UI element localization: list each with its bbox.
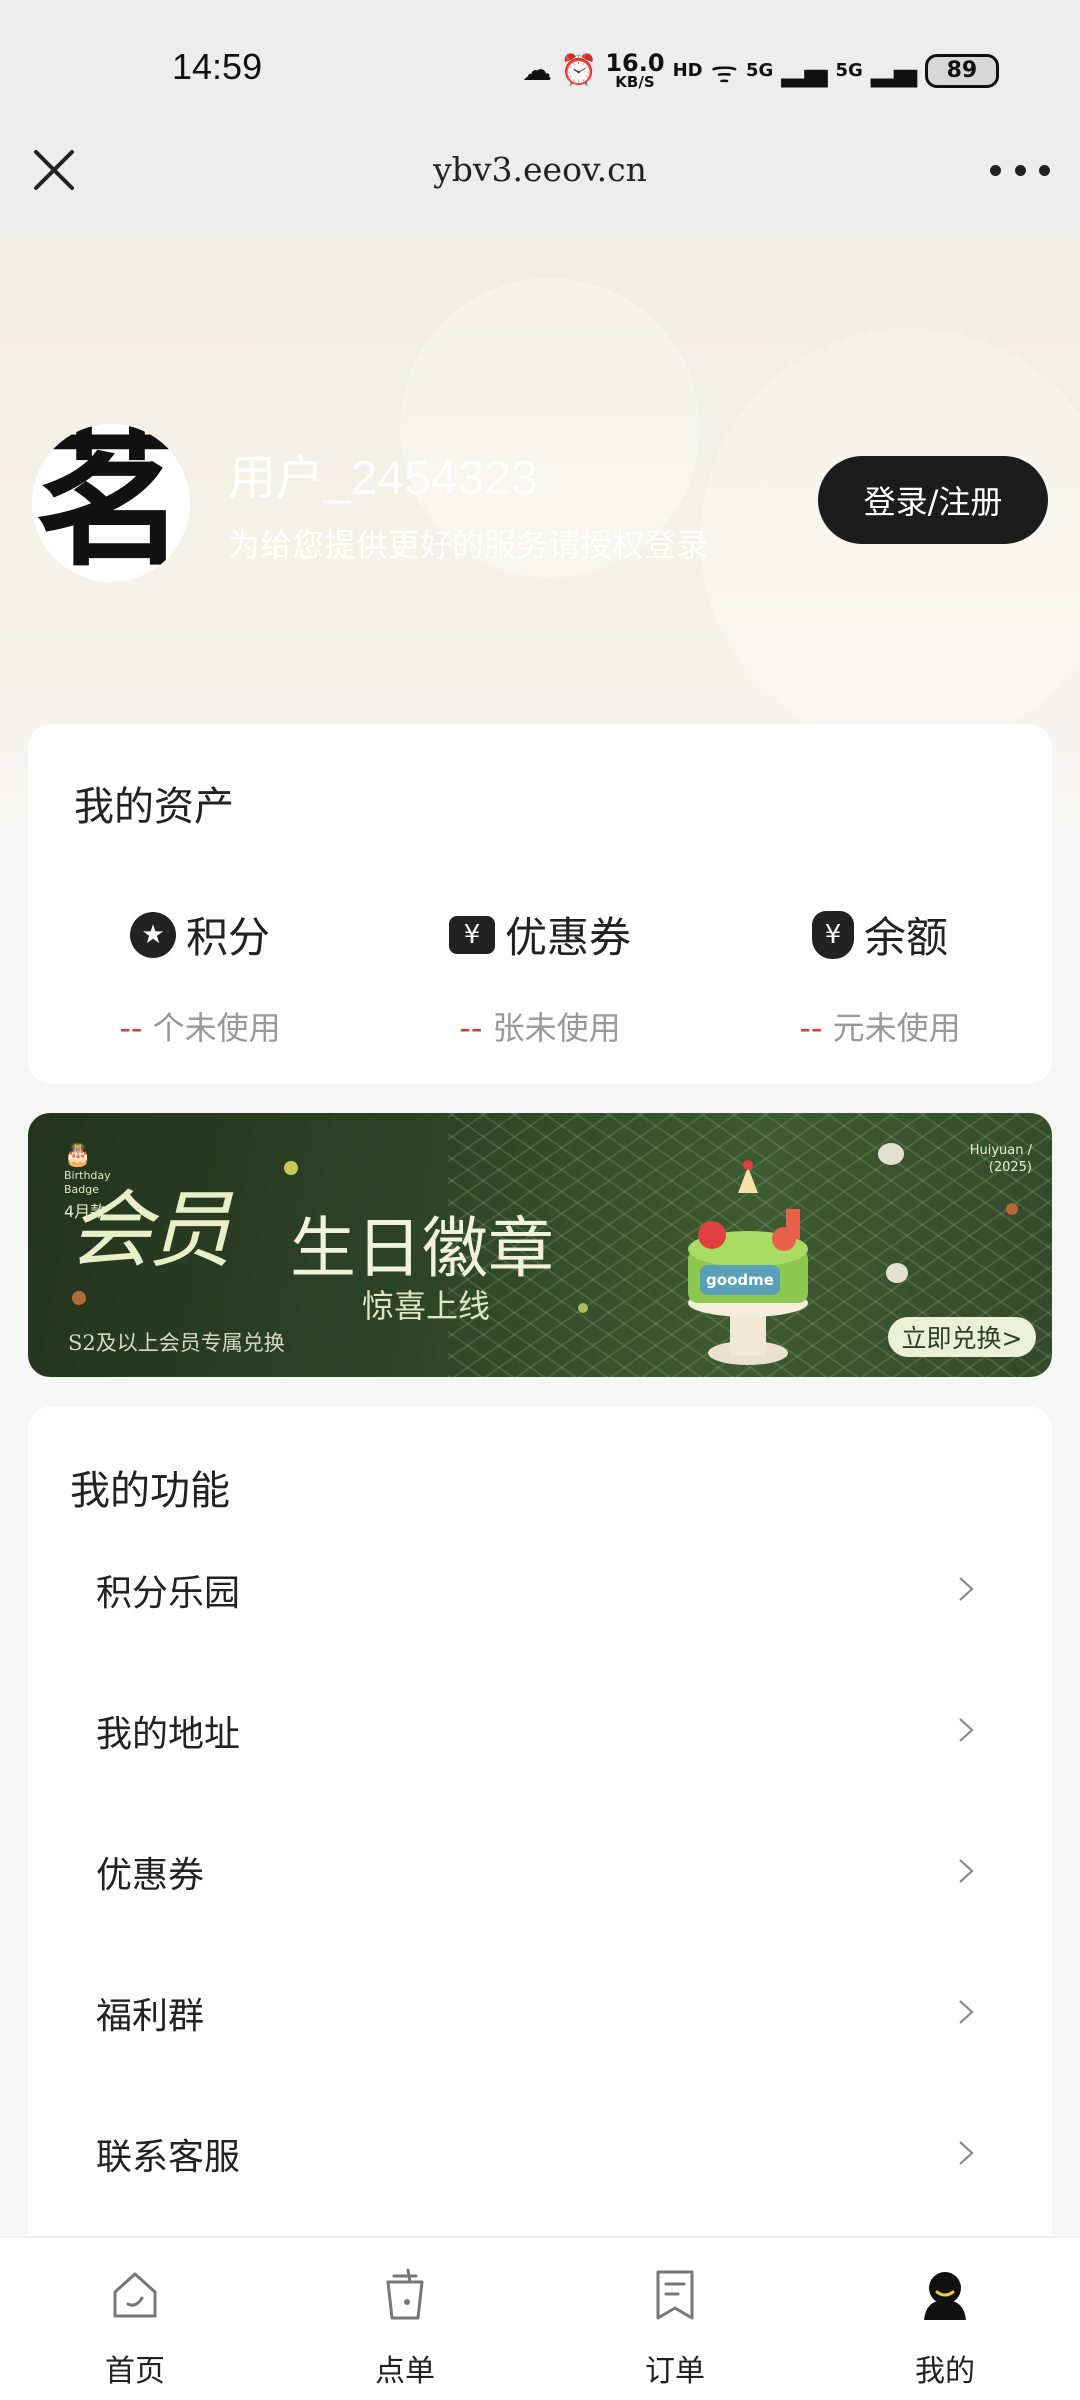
- cup-icon: [386, 2268, 424, 2320]
- nav-orders[interactable]: 订单: [575, 2238, 775, 2400]
- coupon-icon: ¥: [448, 915, 495, 954]
- banner-subtitle: 惊喜上线: [362, 1287, 491, 1325]
- alarm-icon: ⏰: [560, 53, 598, 88]
- signal-2-icon: 5G: [835, 59, 863, 81]
- status-time: 14:59: [172, 46, 263, 87]
- signal-bars-2-icon: ▂▄: [870, 53, 917, 88]
- status-icons: ☁ ⏰ 16.0 KB/S HD ᯤ 5G ▂▄ 5G ▂▄ 89: [522, 50, 999, 91]
- page-url: ybv3.eeov.cn: [433, 150, 647, 189]
- banner-brand: Huiyuan / (2025): [969, 1143, 1032, 1175]
- hd-icon: HD: [672, 59, 703, 81]
- star-icon: ★: [129, 911, 176, 958]
- decor-petal: [886, 1263, 908, 1283]
- func-item-my-address[interactable]: 我的地址: [28, 1659, 1052, 1800]
- chevron-right-icon: [959, 2141, 974, 2165]
- assets-card: 我的资产 ★ 积分 -- 个未使用 ¥ 优惠券 -- 张未使用 ¥ 余额 -- …: [28, 724, 1052, 1084]
- signal-1-icon: 5G: [745, 59, 774, 81]
- banner-script-title: 会员: [68, 1181, 232, 1279]
- nav-order-menu[interactable]: 点单: [305, 2238, 505, 2400]
- asset-points[interactable]: ★ 积分 -- 个未使用: [30, 904, 370, 1049]
- decor-dot: [72, 1291, 86, 1305]
- asset-coupons[interactable]: ¥ 优惠券 -- 张未使用: [370, 904, 710, 1049]
- login-hint: 为给您提供更好的服务请授权登录: [228, 526, 709, 564]
- asset-coupons-sub: -- 张未使用: [459, 1009, 621, 1047]
- cake-illustration: goodme: [688, 1160, 808, 1365]
- decor-dot: [578, 1303, 588, 1313]
- asset-balance[interactable]: ¥ 余额 -- 元未使用: [710, 904, 1050, 1049]
- chevron-right-icon: [959, 1718, 974, 1742]
- func-item-coupons[interactable]: 优惠券: [28, 1800, 1052, 1941]
- asset-balance-sub: -- 元未使用: [799, 1009, 961, 1047]
- signal-bars-icon: ▂▄: [781, 53, 828, 88]
- chevron-right-icon: [959, 1577, 974, 1601]
- net-speed: 16.0 KB/S: [605, 49, 665, 91]
- func-item-welfare-group[interactable]: 福利群: [28, 1941, 1052, 2082]
- functions-card: 我的功能 积分乐园 我的地址 优惠券 福利群 联系客服: [28, 1406, 1052, 2236]
- bottom-nav: 首页 点单 订单 我的: [0, 2236, 1080, 2400]
- decor-petal: [878, 1143, 904, 1165]
- order-receipt-icon: [656, 2270, 694, 2320]
- wifi-icon: ᯤ: [710, 55, 738, 90]
- decor-dot: [1006, 1203, 1018, 1215]
- func-item-points-park[interactable]: 积分乐园: [28, 1518, 1052, 1659]
- asset-points-sub: -- 个未使用: [119, 1009, 281, 1047]
- func-item-customer-service[interactable]: 联系客服: [28, 2082, 1052, 2223]
- login-register-button[interactable]: 登录/注册: [818, 456, 1048, 544]
- banner-note: S2及以上会员专属兑换: [68, 1331, 285, 1355]
- svg-text:goodme: goodme: [706, 1271, 774, 1289]
- functions-title: 我的功能: [70, 1468, 230, 1514]
- chevron-right-icon: [959, 1859, 974, 1883]
- avatar[interactable]: 茗: [32, 424, 190, 582]
- profile-icon: [924, 2272, 966, 2320]
- decor-dot: [284, 1161, 298, 1175]
- nav-mine[interactable]: 我的: [845, 2238, 1045, 2400]
- title-bar: ybv3.eeov.cn: [0, 110, 1080, 238]
- banner-title: 生日徽章: [290, 1210, 554, 1287]
- nav-home[interactable]: 首页: [35, 2238, 235, 2400]
- avatar-logo: 茗: [35, 424, 186, 582]
- username: 用户_2454323: [228, 452, 538, 505]
- money-bag-icon: ¥: [811, 910, 854, 959]
- birthday-badge-banner[interactable]: 🎂 Birthday Badge 4月款 会员 生日徽章 惊喜上线 S2及以上会…: [28, 1113, 1052, 1377]
- more-icon[interactable]: [990, 158, 1050, 182]
- chevron-right-icon: [959, 2000, 974, 2024]
- cloud-icon: ☁: [522, 53, 552, 88]
- redeem-now-button[interactable]: 立即兑换>: [888, 1317, 1036, 1357]
- battery-icon: 89: [924, 53, 999, 88]
- home-icon: [113, 2272, 157, 2318]
- assets-title: 我的资产: [74, 784, 234, 830]
